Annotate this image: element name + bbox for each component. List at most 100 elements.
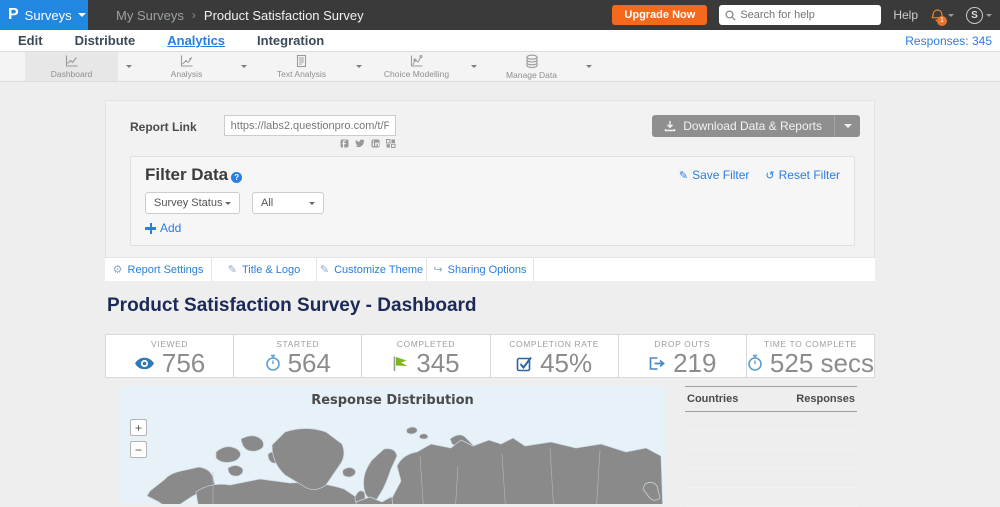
- filter-data-title: Filter Data: [145, 165, 229, 184]
- chevron-down-icon: [586, 65, 592, 68]
- analysis-dropdown-caret[interactable]: [233, 52, 255, 81]
- download-options-caret[interactable]: [834, 115, 860, 137]
- responses-count-link[interactable]: Responses: 345: [905, 34, 992, 48]
- reset-filter-link[interactable]: ↺ Reset Filter: [765, 168, 840, 182]
- share-icons-row: [340, 139, 396, 148]
- nav-item-analytics[interactable]: Analytics: [167, 33, 225, 48]
- save-filter-link[interactable]: ✎ Save Filter: [679, 168, 750, 182]
- stat-viewed: VIEWED 756: [106, 335, 235, 377]
- nav-item-edit[interactable]: Edit: [18, 33, 43, 48]
- nav-item-distribute[interactable]: Distribute: [75, 33, 136, 48]
- toolbar-label: Manage Data: [505, 69, 558, 80]
- toolbar-group-dashboard: Dashboard: [25, 52, 140, 81]
- filter-value: All: [261, 197, 274, 209]
- help-search-input[interactable]: [740, 9, 871, 21]
- help-link[interactable]: Help: [893, 8, 918, 22]
- content-column: Report Link Download Data & Reports: [105, 100, 875, 507]
- download-button-label: Download Data & Reports: [683, 119, 822, 133]
- twitter-icon[interactable]: [355, 139, 365, 148]
- chevron-down-icon: [356, 65, 362, 68]
- document-chart-icon: [294, 54, 309, 68]
- filter-selects-row: Survey Status All: [145, 192, 840, 214]
- account-menu[interactable]: S: [966, 6, 992, 24]
- choice-modelling-button[interactable]: Choice Modelling: [370, 52, 463, 81]
- report-link-input[interactable]: [223, 115, 396, 136]
- breadcrumb-my-surveys[interactable]: My Surveys: [116, 8, 184, 23]
- response-distribution-section: Response Distribution + − Countries Resp…: [105, 386, 875, 507]
- analytics-toolbar: Dashboard Analysis Text Analysis Choice …: [0, 52, 1000, 82]
- topbar-right: Upgrade Now Help 1 S: [612, 5, 1000, 26]
- chevron-down-icon: [77, 13, 86, 17]
- survey-status-select[interactable]: Survey Status: [145, 192, 240, 214]
- tab-label: Title & Logo: [241, 263, 301, 276]
- text-analysis-button[interactable]: Text Analysis: [255, 52, 348, 81]
- tab-sharing-options[interactable]: ↪ Sharing Options: [427, 258, 534, 281]
- line-chart-icon: [64, 54, 79, 68]
- survey-nav: Edit Distribute Analytics Integration Re…: [0, 30, 1000, 52]
- pencil-icon: ✎: [678, 168, 689, 182]
- facebook-icon[interactable]: [340, 139, 349, 148]
- download-data-reports-button[interactable]: Download Data & Reports: [652, 115, 834, 137]
- help-search[interactable]: [719, 5, 882, 25]
- map-title: Response Distribution: [311, 393, 474, 408]
- linkedin-icon[interactable]: [371, 139, 380, 148]
- tab-customize-theme[interactable]: ✎ Customize Theme: [317, 258, 427, 281]
- stat-time-to-complete: TIME TO COMPLETE 525 secs: [747, 335, 874, 377]
- table-row: [685, 431, 857, 450]
- embed-icon[interactable]: [385, 139, 396, 148]
- flag-icon: [392, 355, 409, 372]
- notification-count-badge: 1: [937, 15, 947, 26]
- survey-status-value: Survey Status: [154, 197, 223, 209]
- report-link-input-col: [223, 115, 396, 148]
- pencil-icon: ✎: [227, 263, 237, 276]
- map-zoom-in-button[interactable]: +: [130, 419, 147, 436]
- report-settings-panel: Report Link Download Data & Reports: [105, 100, 875, 258]
- stat-started: STARTED 564: [234, 335, 363, 377]
- surveys-product-menu[interactable]: P Surveys: [0, 0, 88, 30]
- filter-value-select[interactable]: All: [252, 192, 324, 214]
- text-analysis-dropdown-caret[interactable]: [348, 52, 370, 81]
- share-icon: ↪: [433, 263, 443, 276]
- manage-data-dropdown-caret[interactable]: [578, 52, 600, 81]
- notifications-button[interactable]: 1: [930, 8, 954, 26]
- database-icon: [524, 54, 540, 69]
- table-row: [685, 469, 857, 488]
- add-filter-label: Add: [160, 221, 182, 235]
- surveys-menu-label: Surveys: [24, 7, 72, 23]
- model-chart-icon: [409, 54, 424, 68]
- filter-help-icon[interactable]: ?: [231, 171, 243, 183]
- dashboard-button[interactable]: Dashboard: [25, 52, 118, 81]
- chevron-down-icon: [309, 201, 315, 205]
- stat-value: 345: [416, 348, 460, 378]
- breadcrumb-separator: ›: [191, 8, 196, 22]
- nav-item-integration[interactable]: Integration: [257, 33, 324, 48]
- stat-value: 219: [673, 348, 717, 378]
- tab-title-logo[interactable]: ✎ Title & Logo: [212, 258, 317, 281]
- manage-data-button[interactable]: Manage Data: [485, 52, 578, 81]
- toolbar-group-analysis: Analysis: [140, 52, 255, 81]
- tab-report-settings[interactable]: ⚙ Report Settings: [105, 258, 212, 281]
- breadcrumb: My Surveys › Product Satisfaction Survey: [116, 8, 364, 23]
- analysis-button[interactable]: Analysis: [140, 52, 233, 81]
- dashboard-dropdown-caret[interactable]: [118, 52, 140, 81]
- stat-value: 525 secs: [769, 348, 874, 378]
- top-bar: P Surveys My Surveys › Product Satisfact…: [0, 0, 1000, 30]
- table-row: [685, 450, 857, 469]
- stat-value: 45%: [540, 348, 593, 378]
- world-map[interactable]: [120, 396, 665, 504]
- map-zoom-out-button[interactable]: −: [130, 441, 147, 458]
- map-zoom-controls: + −: [130, 419, 147, 458]
- reset-filter-label: Reset Filter: [778, 168, 840, 182]
- stopwatch-icon: [265, 354, 281, 372]
- pencil-icon: ✎: [319, 263, 330, 276]
- add-filter-link[interactable]: Add: [145, 221, 197, 235]
- response-distribution-map[interactable]: Response Distribution + −: [120, 386, 665, 504]
- chevron-down-icon: [241, 65, 247, 68]
- choice-modelling-dropdown-caret[interactable]: [463, 52, 485, 81]
- filter-actions: ✎ Save Filter ↺ Reset Filter: [679, 168, 840, 182]
- page-body: Report Link Download Data & Reports: [0, 82, 1000, 507]
- toolbar-group-text-analysis: Text Analysis: [255, 52, 370, 81]
- download-split-button: Download Data & Reports: [652, 115, 860, 137]
- upgrade-now-button[interactable]: Upgrade Now: [612, 5, 708, 25]
- toolbar-group-choice-modelling: Choice Modelling: [370, 52, 485, 81]
